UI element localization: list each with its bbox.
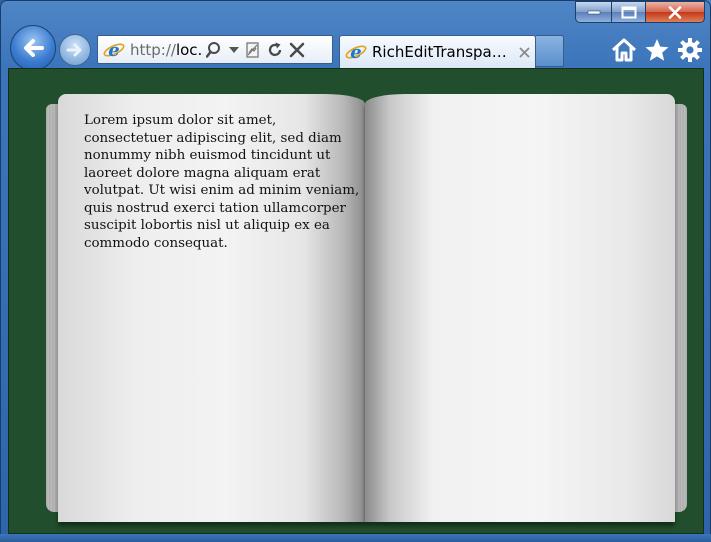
tools-button[interactable]	[677, 37, 703, 63]
back-arrow-icon	[24, 39, 44, 57]
rich-edit-text[interactable]: Lorem ipsum dolor sit amet, consectetuer…	[84, 112, 362, 252]
refresh-button[interactable]	[264, 38, 286, 62]
forward-button[interactable]	[59, 34, 91, 66]
settings-gear-icon	[678, 38, 702, 62]
favorites-button[interactable]	[644, 37, 670, 63]
back-button[interactable]	[10, 25, 56, 71]
minimize-button[interactable]	[575, 1, 611, 23]
ie-logo-icon: e	[103, 39, 125, 61]
book-page-edges-left	[46, 104, 58, 512]
search-icon	[206, 41, 220, 58]
svg-text:e: e	[350, 42, 361, 63]
svg-text:e: e	[108, 40, 119, 61]
book-left-page[interactable]: Lorem ipsum dolor sit amet, consectetuer…	[58, 94, 365, 522]
refresh-icon	[268, 42, 282, 56]
stop-icon	[289, 42, 305, 57]
caption-buttons	[575, 1, 705, 23]
open-book: Lorem ipsum dolor sit amet, consectetuer…	[46, 94, 687, 526]
favorites-star-icon	[645, 39, 669, 61]
compat-view-button[interactable]	[242, 38, 264, 62]
command-icons	[611, 37, 703, 63]
new-tab-button[interactable]	[536, 35, 564, 67]
tab-active[interactable]: e RichEditTransparent...	[339, 35, 536, 68]
forward-arrow-icon	[66, 43, 82, 57]
home-button[interactable]	[611, 37, 637, 63]
close-tab-icon	[518, 46, 530, 58]
page-content: Lorem ipsum dolor sit amet, consectetuer…	[8, 68, 704, 534]
url-text[interactable]: http://loc...	[130, 41, 204, 59]
close-window-button[interactable]	[645, 1, 705, 23]
ie-logo-icon: e	[345, 41, 367, 63]
search-button[interactable]	[204, 38, 226, 62]
maximize-icon	[621, 6, 636, 18]
compat-view-icon	[246, 41, 259, 58]
tab-title: RichEditTransparent...	[372, 43, 510, 61]
address-bar[interactable]: e http://loc...	[97, 35, 333, 64]
close-icon	[668, 5, 682, 19]
address-dropdown-button[interactable]	[226, 38, 242, 62]
book-right-page[interactable]	[365, 94, 675, 522]
book-page-edges-right	[675, 104, 687, 512]
minimize-icon	[587, 10, 600, 15]
close-tab-button[interactable]	[514, 42, 534, 62]
stop-button[interactable]	[286, 38, 308, 62]
maximize-button[interactable]	[611, 1, 645, 23]
browser-window: e http://loc... e RichEditTransparent...	[0, 0, 711, 542]
home-icon	[611, 38, 637, 62]
dropdown-icon	[229, 46, 239, 53]
window-bottom-frame	[0, 534, 711, 542]
